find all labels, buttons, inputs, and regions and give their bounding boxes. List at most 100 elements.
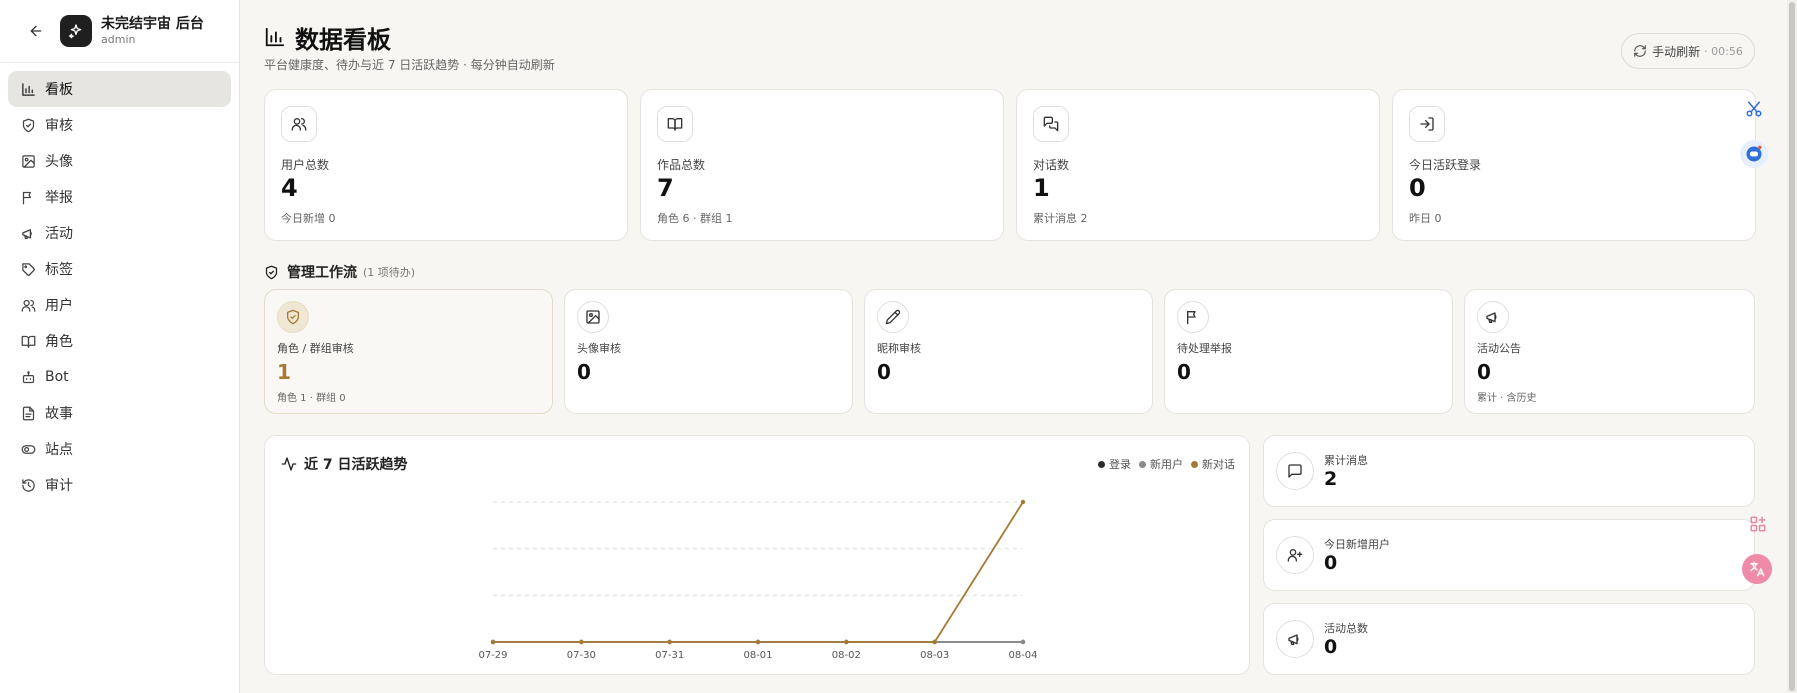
legend-item-new-users: 新用户	[1139, 456, 1183, 472]
legend-label: 新对话	[1202, 458, 1235, 471]
scissors-icon	[1746, 101, 1762, 117]
legend-item-login: 登录	[1098, 456, 1131, 472]
sidebar-item-tags[interactable]: 标签	[8, 251, 231, 287]
workflow-value: 0	[877, 360, 891, 384]
mini-label: 今日新增用户	[1324, 538, 1390, 551]
series-point-3	[490, 639, 496, 645]
stat-note: 今日新增 0	[281, 212, 336, 225]
sidebar-item-avatar[interactable]: 头像	[8, 143, 231, 179]
x-tick-label: 07-30	[567, 650, 596, 661]
mini-value: 0	[1324, 636, 1338, 658]
workflow-card-character-review[interactable]: 角色 / 群组审核 1 角色 1 · 群组 0	[264, 289, 553, 414]
sidebar-item-stories[interactable]: 故事	[8, 395, 231, 431]
manual-refresh-button[interactable]: 手动刷新 · 00:56	[1621, 33, 1755, 69]
page-subtitle: 平台健康度、待办与近 7 日活跃趋势 · 每分钟自动刷新	[264, 58, 555, 72]
sidebar-item-characters[interactable]: 角色	[8, 323, 231, 359]
legend-label: 新用户	[1150, 458, 1183, 471]
series-point-3	[579, 639, 584, 645]
legend-dot	[1098, 460, 1105, 468]
bar-chart-icon	[265, 27, 285, 47]
workflow-label: 角色 / 群组审核	[277, 342, 354, 355]
tag-icon	[21, 262, 35, 276]
sidebar-item-audit[interactable]: 审计	[8, 467, 231, 503]
stat-label: 今日活跃登录	[1409, 158, 1482, 172]
assistant-bubble-icon	[1746, 145, 1762, 162]
sidebar-item-review[interactable]: 审核	[8, 107, 231, 143]
legend-dot	[1139, 460, 1146, 468]
app-user: admin	[101, 33, 136, 46]
x-tick-label: 08-03	[920, 650, 949, 661]
page-title: 数据看板	[264, 22, 555, 54]
workflow-card-announcements[interactable]: 活动公告 0 累计 · 含历史	[1464, 289, 1755, 414]
series-point-2	[1020, 639, 1026, 645]
book-open-icon	[667, 118, 683, 131]
sidebar: 未完结宇宙 后台 admin 看板 审核 头像 举报 活动 标签 用户 角色 B…	[0, 0, 240, 693]
page-scrollbar[interactable]	[1787, 0, 1797, 693]
sidebar-item-label: 角色	[45, 334, 73, 350]
file-text-icon	[22, 406, 34, 420]
series-point-3	[667, 639, 672, 645]
workflow-icon-box	[1177, 301, 1209, 333]
workflow-label: 头像审核	[577, 342, 621, 355]
mini-icon-box	[1276, 620, 1314, 658]
user-plus-icon	[1287, 549, 1303, 562]
apps-tool-button[interactable]	[1744, 510, 1772, 538]
mini-card-new-users-today: 今日新增用户 0	[1263, 519, 1755, 591]
workflow-label: 昵称审核	[877, 342, 921, 355]
stat-icon-box	[1409, 106, 1445, 142]
users-icon	[291, 118, 307, 131]
workflow-section-title: 管理工作流 (1 项待办)	[264, 262, 415, 282]
shield-check-icon	[22, 118, 34, 132]
mini-label: 累计消息	[1324, 454, 1368, 467]
stat-note: 角色 6 · 群组 1	[657, 212, 733, 225]
scrollbar-thumb[interactable]	[1789, 2, 1795, 691]
sidebar-item-events[interactable]: 活动	[8, 215, 231, 251]
workflow-card-nickname-review[interactable]: 昵称审核 0	[864, 289, 1153, 414]
megaphone-icon	[1288, 634, 1299, 645]
series-point-3	[844, 639, 849, 645]
workflow-card-avatar-review[interactable]: 头像审核 0	[564, 289, 853, 414]
workflow-card-pending-reports[interactable]: 待处理举报 0	[1164, 289, 1453, 414]
stat-note: 累计消息 2	[1033, 212, 1088, 225]
sidebar-item-dashboard[interactable]: 看板	[8, 71, 231, 107]
translate-icon	[1750, 561, 1765, 577]
mini-label: 活动总数	[1324, 622, 1368, 635]
shield-check-icon	[287, 309, 299, 325]
stat-icon-box	[281, 106, 317, 142]
x-tick-label: 08-02	[832, 650, 861, 661]
mini-card-total-messages: 累计消息 2	[1263, 435, 1755, 507]
grid-plus-icon	[1750, 516, 1766, 532]
sidebar-item-reports[interactable]: 举报	[8, 179, 231, 215]
assistant-tool-button[interactable]	[1740, 140, 1768, 168]
image-icon	[21, 154, 35, 168]
sidebar-item-label: 故事	[45, 406, 73, 422]
legend-label: 登录	[1109, 458, 1131, 471]
workflow-label: 待处理举报	[1177, 342, 1232, 355]
sidebar-item-label: Bot	[45, 369, 69, 385]
workflow-icon-box	[577, 301, 609, 333]
workflow-icon-box	[277, 301, 309, 333]
pencil-icon	[885, 309, 901, 325]
page-header: 数据看板 平台健康度、待办与近 7 日活跃趋势 · 每分钟自动刷新	[264, 22, 555, 73]
login-icon	[1420, 117, 1434, 131]
x-tick-label: 07-31	[655, 650, 684, 661]
sidebar-item-label: 审核	[45, 118, 73, 134]
sidebar-item-users[interactable]: 用户	[8, 287, 231, 323]
legend-item-new-conversations: 新对话	[1191, 456, 1235, 472]
image-icon	[586, 310, 600, 324]
translate-tool-button[interactable]	[1742, 554, 1772, 584]
megaphone-icon	[21, 228, 32, 239]
workflow-value: 0	[1177, 360, 1191, 384]
stat-value: 0	[1409, 174, 1426, 202]
stat-value: 4	[281, 174, 298, 202]
screenshot-tool-button[interactable]	[1740, 95, 1768, 123]
sidebar-item-site[interactable]: 站点	[8, 431, 231, 467]
sidebar-item-bot[interactable]: Bot	[8, 359, 231, 395]
back-button[interactable]	[24, 19, 48, 43]
trend-chart-title: 近 7 日活跃趋势	[281, 454, 408, 474]
refresh-icon	[1634, 45, 1646, 57]
workflow-value: 0	[577, 360, 591, 384]
sidebar-nav: 看板 审核 头像 举报 活动 标签 用户 角色 Bot 故事 站点 审计	[0, 63, 239, 511]
mini-value: 2	[1324, 468, 1338, 490]
workflow-note: 角色 1 · 群组 0	[277, 393, 346, 404]
